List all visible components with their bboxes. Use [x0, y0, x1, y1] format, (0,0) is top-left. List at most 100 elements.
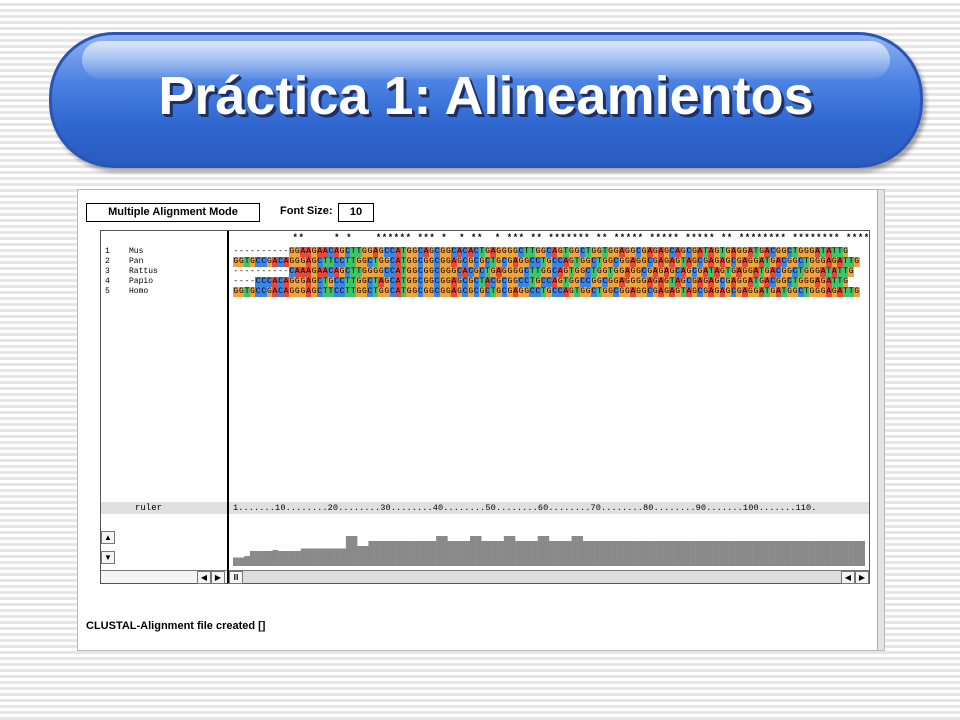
histogram-bar: [261, 551, 268, 566]
histogram-bar: [684, 541, 691, 566]
histogram-bar: [774, 541, 781, 566]
histogram-bar: [526, 541, 533, 566]
scroll-down-button[interactable]: ▼: [101, 551, 115, 564]
histogram-bar: [419, 541, 426, 566]
histogram-bar: [577, 536, 584, 566]
histogram-bar: [244, 556, 251, 566]
slide-title: Práctica 1: Alineamientos: [158, 66, 814, 126]
histogram-bar: [233, 557, 239, 566]
histogram-bar: [334, 548, 341, 566]
sequence-name: Mus: [129, 247, 144, 256]
histogram-bar: [729, 541, 736, 566]
histogram-bar: [735, 541, 742, 566]
histogram-bar: [402, 541, 409, 566]
histogram-bar: [407, 541, 414, 566]
histogram-bar: [306, 548, 313, 566]
histogram-bar: [644, 541, 651, 566]
histogram-bar: [673, 541, 679, 566]
histogram-bar: [447, 541, 454, 566]
window-edge: [877, 190, 884, 650]
status-message: CLUSTAL-Alignment file created []: [86, 620, 266, 632]
alignment-mode-selector[interactable]: Multiple Alignment Mode: [86, 203, 260, 222]
sequence-number: 1: [105, 247, 110, 256]
names-hscroll[interactable]: ◀ ▶: [101, 570, 227, 584]
histogram-bar: [808, 541, 815, 566]
sequence-name-row[interactable]: 1 Mus: [105, 247, 158, 257]
sequence-number: 2: [105, 257, 110, 266]
histogram-bar: [436, 536, 442, 566]
histogram-bar: [470, 536, 476, 566]
histogram-bar: [718, 541, 725, 566]
scroll-up-button[interactable]: ▲: [101, 531, 115, 544]
histogram-bar: [481, 541, 488, 566]
sequence-row: GGTGCCGACAGGGAGCTTCCTTGGCTGGCATGGCGGCGGA…: [233, 257, 860, 267]
scroll-left-button[interactable]: ◀: [197, 571, 211, 584]
seq-scroll-right-button[interactable]: ▶: [855, 571, 869, 584]
histogram-bar: [385, 541, 392, 566]
histogram-bar: [368, 541, 375, 566]
quality-histogram: [233, 536, 865, 566]
histogram-bar: [351, 536, 358, 566]
histogram-bar: [379, 541, 386, 566]
histogram-bar: [554, 541, 561, 566]
scroll-right-button[interactable]: ▶: [211, 571, 225, 584]
sequence-number: 5: [105, 287, 110, 296]
histogram-bar: [249, 551, 256, 566]
sequence-name-row[interactable]: 3 Rattus: [105, 267, 158, 277]
histogram-bar: [622, 541, 629, 566]
histogram-bar: [859, 541, 865, 566]
font-size-field[interactable]: 10: [338, 203, 374, 222]
histogram-bar: [374, 541, 380, 566]
sequence-rows: ----------GGAAGAACAGCTTGGAGCCATGGCAGCGGC…: [233, 247, 860, 297]
histogram-bar: [238, 557, 245, 566]
clustal-window: Multiple Alignment Mode Font Size: 10 1 M…: [77, 189, 885, 651]
seq-scroll-left-button[interactable]: ◀: [841, 571, 855, 584]
histogram-bar: [357, 546, 363, 566]
histogram-bar: [345, 536, 352, 566]
histogram-bar: [515, 541, 521, 566]
histogram-bar: [746, 541, 753, 566]
histogram-bar: [464, 541, 471, 566]
sequence-name-row[interactable]: 4 Papio: [105, 277, 158, 287]
sequence-name: Pan: [129, 257, 144, 266]
histogram-bar: [853, 541, 860, 566]
histogram-bar: [599, 541, 606, 566]
histogram-bar: [656, 541, 663, 566]
sequence-name-row[interactable]: 5 Homo: [105, 287, 158, 297]
sequence-name: Papio: [129, 277, 154, 286]
sequence-row: ----------CAAAGAACAGCTTGGGGCCATGGCGGCGGG…: [233, 267, 854, 277]
histogram-bar: [797, 541, 804, 566]
histogram-bar: [323, 548, 330, 566]
alignment-panel: 1 Mus 2 Pan 3 Rattus 4 Papio 5 Homo ruler ▲ ▼ ◀ ▶…: [100, 230, 870, 584]
histogram-bar: [605, 541, 612, 566]
histogram-bar: [283, 551, 290, 566]
histogram-bar: [295, 551, 301, 566]
histogram-bar: [678, 541, 685, 566]
histogram-bar: [650, 541, 657, 566]
sequence-row: GGTGCCGACAGGGAGCTTCCTTGGCTGGCATGGCGGCGGA…: [233, 287, 860, 297]
histogram-bar: [328, 548, 335, 566]
histogram-bar: [763, 541, 770, 566]
ruler-scale: 1.......10........20........30........40…: [233, 503, 817, 513]
sequence-pane: ** * * ****** *** * * ** * *** ** ******…: [229, 231, 869, 584]
histogram-bar: [571, 536, 578, 566]
scroll-thumb[interactable]: Ⅲ: [229, 571, 243, 584]
histogram-bar: [413, 541, 420, 566]
histogram-bar: [780, 541, 787, 566]
histogram-bar: [549, 541, 555, 566]
histogram-bar: [814, 541, 821, 566]
histogram-bar: [458, 541, 465, 566]
histogram-bar: [362, 546, 369, 566]
sequence-hscroll[interactable]: Ⅲ ◀ ▶: [229, 570, 869, 584]
histogram-bar: [707, 541, 713, 566]
histogram-bar: [537, 536, 544, 566]
histogram-bar: [825, 541, 832, 566]
histogram-bar: [289, 551, 296, 566]
sequence-name: Homo: [129, 287, 149, 296]
histogram-bar: [661, 541, 668, 566]
sequence-name-row[interactable]: 2 Pan: [105, 257, 158, 267]
histogram-bar: [520, 541, 527, 566]
sequence-number: 4: [105, 277, 110, 286]
histogram-bar: [532, 541, 538, 566]
sequence-names-pane: 1 Mus 2 Pan 3 Rattus 4 Papio 5 Homo ruler ▲ ▼ ◀ ▶: [101, 231, 229, 584]
